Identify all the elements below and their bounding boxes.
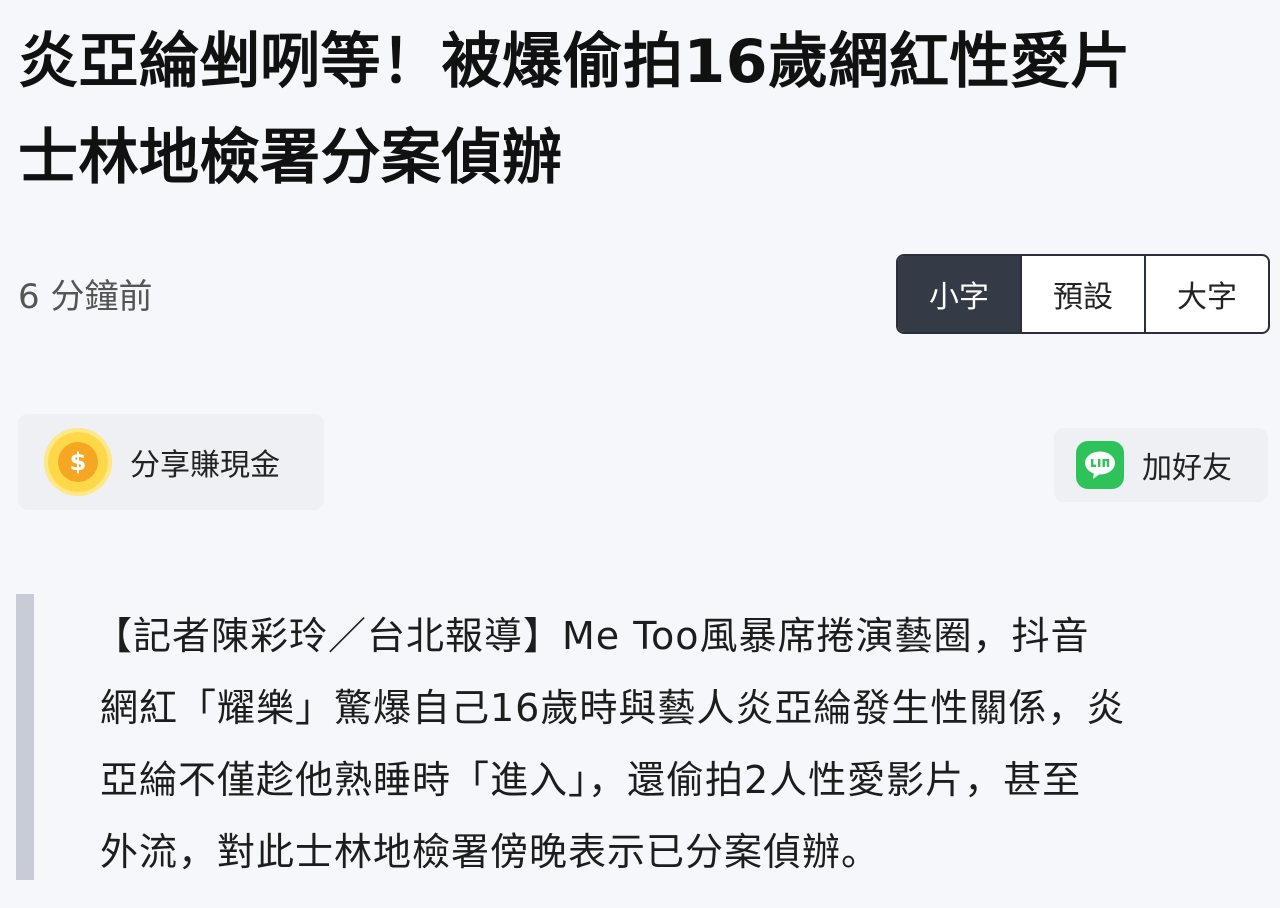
line-app-icon: [1076, 441, 1124, 489]
publish-time: 6 分鐘前: [18, 277, 153, 317]
article-line: 【記者陳彩玲／台北報導】Me Too風暴席捲演藝圈，抖音: [94, 614, 1090, 658]
share-earn-cash-button[interactable]: $ 分享賺現金: [18, 414, 324, 510]
article-line: 外流，對此士林地檢署傍晚表示已分案偵辦。: [100, 830, 881, 874]
font-size-switcher: 小字 預設 大字: [896, 254, 1270, 334]
share-label: 分享賺現金: [130, 448, 280, 483]
font-size-large-button[interactable]: 大字: [1144, 256, 1268, 332]
dollar-icon: $: [58, 442, 98, 482]
chat-bubble-icon: [1085, 451, 1115, 479]
coin-icon: $: [44, 428, 112, 496]
headline-line-1: 炎亞綸剉咧等！被爆偷拍16歲網紅性愛片: [18, 27, 1131, 97]
headline-line-2: 士林地檢署分案偵辦: [18, 123, 563, 193]
line-add-friend-button[interactable]: 加好友: [1054, 428, 1268, 502]
article-line: 亞綸不僅趁他熟睡時「進入」，還偷拍2人性愛影片，甚至: [100, 758, 1082, 802]
font-size-default-button[interactable]: 預設: [1020, 256, 1144, 332]
font-size-small-button[interactable]: 小字: [898, 256, 1020, 332]
article-line: 網紅「耀樂」驚爆自己16歲時與藝人炎亞綸發生性關係，炎: [100, 686, 1126, 730]
add-friend-label: 加好友: [1142, 451, 1232, 486]
article-headline: 炎亞綸剉咧等！被爆偷拍16歲網紅性愛片 士林地檢署分案偵辦: [18, 14, 1268, 206]
article-quote-block: 【記者陳彩玲／台北報導】Me Too風暴席捲演藝圈，抖音 網紅「耀樂」驚爆自己1…: [16, 594, 1266, 880]
article-body: 【記者陳彩玲／台北報導】Me Too風暴席捲演藝圈，抖音 網紅「耀樂」驚爆自己1…: [94, 600, 1264, 888]
